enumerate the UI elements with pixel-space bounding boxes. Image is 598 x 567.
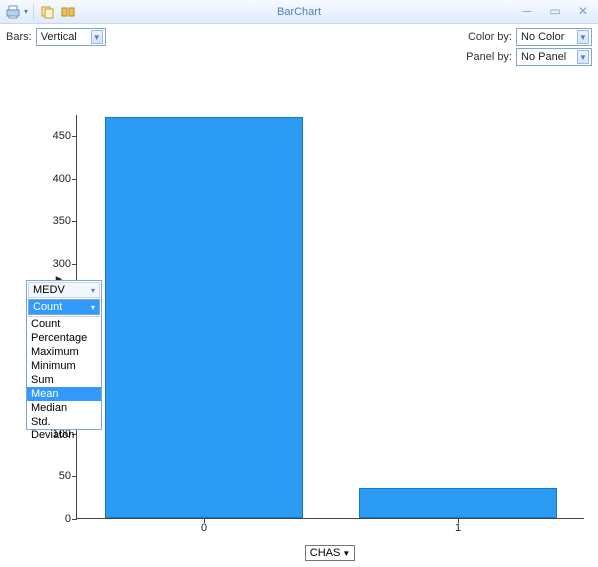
- aggregation-option[interactable]: Minimum: [27, 359, 101, 373]
- yaxis-variable-text: MEDV: [33, 284, 65, 296]
- aggregation-option-list: CountPercentageMaximumMinimumSumMeanMedi…: [27, 316, 101, 429]
- x-axis-label-text: CHAS: [310, 547, 341, 559]
- colorby-label: Color by:: [468, 31, 512, 43]
- yaxis-variable-row[interactable]: MEDV ▾: [28, 282, 100, 298]
- window-title: BarChart: [0, 6, 598, 18]
- maximize-button[interactable]: ▭: [544, 2, 566, 20]
- close-button[interactable]: ✕: [572, 2, 594, 20]
- y-tick-label: 350: [37, 215, 71, 227]
- y-tick-label: 50: [37, 470, 71, 482]
- print-dropdown-icon[interactable]: ▾: [24, 7, 28, 16]
- aggregation-option[interactable]: Count: [27, 317, 101, 331]
- aggregation-option[interactable]: Maximum: [27, 345, 101, 359]
- aggregation-option[interactable]: Percentage: [27, 331, 101, 345]
- bars-combo[interactable]: Vertical ▼: [36, 28, 106, 46]
- aggregation-popup: MEDV ▾ Count ▾ CountPercentageMaximumMin…: [26, 280, 102, 430]
- aggregation-option[interactable]: Sum: [27, 373, 101, 387]
- minimize-button[interactable]: ─: [516, 2, 538, 20]
- aggregation-option[interactable]: Median: [27, 401, 101, 415]
- aggregation-current-row[interactable]: Count ▾: [28, 299, 100, 315]
- chevron-down-icon: ▼: [577, 50, 589, 64]
- colorby-combo-value: No Color: [521, 31, 564, 43]
- panelby-combo[interactable]: No Panel ▼: [516, 48, 592, 66]
- panelby-combo-value: No Panel: [521, 51, 566, 63]
- controls-row: Bars: Vertical ▼ Color by: No Color ▼ Pa…: [0, 24, 598, 52]
- chevron-down-icon: ▼: [91, 30, 103, 44]
- toolbar-separator: [33, 4, 34, 20]
- y-tick-label: 300: [37, 258, 71, 270]
- titlebar-toolbar: ▾: [0, 3, 77, 21]
- chevron-down-icon: ▾: [91, 286, 95, 295]
- window-controls: ─ ▭ ✕: [516, 2, 594, 20]
- titlebar: ▾ BarChart ─ ▭ ✕: [0, 0, 598, 24]
- settings-icon[interactable]: [59, 3, 77, 21]
- plot-region: 05010015020025030035040045001: [76, 115, 584, 519]
- bars-label: Bars:: [6, 31, 32, 43]
- copy-icon[interactable]: [39, 3, 57, 21]
- aggregation-current-text: Count: [33, 301, 62, 313]
- print-icon[interactable]: [4, 3, 22, 21]
- y-tick-label: 450: [37, 130, 71, 142]
- chevron-down-icon: ▾: [91, 303, 95, 312]
- x-axis-label[interactable]: CHAS ▼: [305, 545, 355, 561]
- aggregation-option[interactable]: Mean: [27, 387, 101, 401]
- y-tick-label: 0: [37, 513, 71, 525]
- x-tick-label: 1: [455, 522, 461, 534]
- aggregation-option[interactable]: Std. Deviaton: [27, 415, 101, 429]
- bar[interactable]: [105, 117, 303, 518]
- y-tick-label: 400: [37, 173, 71, 185]
- x-axis-label-wrap: CHAS ▼: [76, 545, 584, 561]
- bar[interactable]: [359, 488, 557, 518]
- chevron-down-icon: ▼: [342, 549, 350, 558]
- bars-combo-value: Vertical: [41, 31, 77, 43]
- panelby-label: Panel by:: [466, 51, 512, 63]
- chevron-down-icon: ▼: [577, 30, 589, 44]
- colorby-combo[interactable]: No Color ▼: [516, 28, 592, 46]
- x-tick-label: 0: [201, 522, 207, 534]
